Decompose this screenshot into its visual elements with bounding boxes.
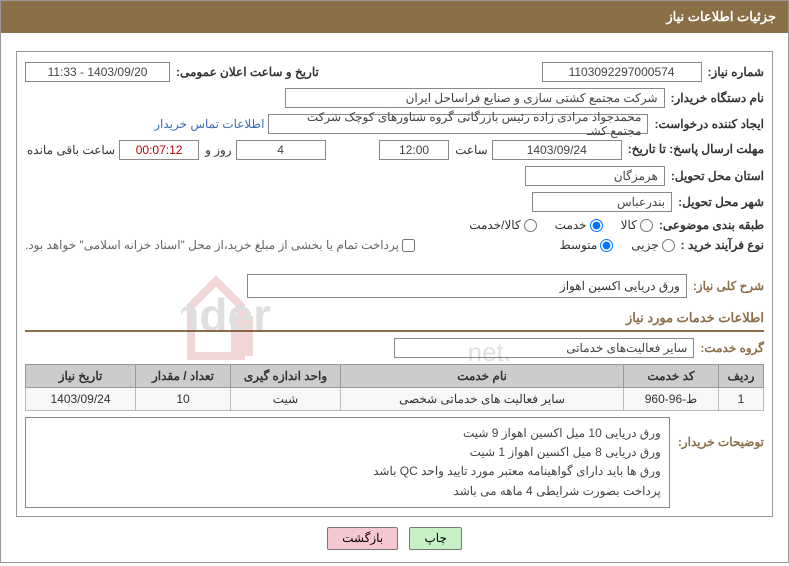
label-buyer-org: نام دستگاه خریدار:: [669, 91, 765, 105]
table-cell: شیت: [231, 388, 341, 411]
th-idx: ردیف: [719, 365, 764, 388]
field-days: 4: [236, 140, 326, 160]
label-time: ساعت: [453, 143, 488, 157]
row-buyer-org: نام دستگاه خریدار: شرکت مجتمع کشتی سازی …: [25, 88, 764, 108]
field-service-group: سایر فعالیت‌های خدماتی: [394, 338, 694, 358]
row-general-desc: شرح کلی نیاز: ورق دریایی اکسین اهواز: [25, 274, 764, 298]
table-cell: سایر فعالیت های خدماتی شخصی: [341, 388, 624, 411]
panel-header: جزئیات اطلاعات نیاز: [1, 1, 788, 33]
row-need-number: شماره نیاز: 1103092297000574 تاریخ و ساع…: [25, 62, 764, 82]
form-body: شماره نیاز: 1103092297000574 تاریخ و ساع…: [16, 51, 773, 517]
process-label: جزیی: [631, 238, 658, 252]
row-city: شهر محل تحویل: بندرعباس: [25, 192, 764, 212]
category-label: کالا: [621, 218, 637, 232]
category-radio[interactable]: [524, 219, 537, 232]
print-button[interactable]: چاپ: [409, 527, 461, 550]
row-deadline: مهلت ارسال پاسخ: تا تاریخ: 1403/09/24 سا…: [25, 140, 764, 160]
checkbox-payment[interactable]: [402, 239, 415, 252]
label-city: شهر محل تحویل:: [676, 195, 764, 209]
category-option: خدمت: [555, 218, 603, 232]
label-province: استان محل تحویل:: [669, 169, 764, 183]
field-announce: 1403/09/20 - 11:33: [25, 62, 170, 82]
row-service-group: گروه خدمت: سایر فعالیت‌های خدماتی: [25, 338, 764, 358]
table-row: 1ط-96-960سایر فعالیت های خدماتی شخصیشیت1…: [26, 388, 764, 411]
field-buyer-notes: ورق دریایی 10 میل اکسین اهواز 9 شیتورق د…: [25, 417, 670, 508]
payment-note-text: پرداخت تمام یا بخشی از مبلغ خرید،از محل …: [25, 238, 399, 252]
table-header-row: ردیف کد خدمت نام خدمت واحد اندازه گیری ت…: [26, 365, 764, 388]
label-buyer-notes: توضیحات خریدار:: [676, 417, 764, 449]
label-remain: ساعت باقی مانده: [25, 143, 115, 157]
category-label: خدمت: [555, 218, 587, 232]
category-radio[interactable]: [640, 219, 653, 232]
label-deadline: مهلت ارسال پاسخ: تا تاریخ:: [626, 142, 764, 158]
label-requester: ایجاد کننده درخواست:: [652, 117, 764, 131]
category-option: کالا/خدمت: [469, 218, 536, 232]
process-label: متوسط: [560, 238, 598, 252]
table-cell: 1: [719, 388, 764, 411]
form-container: جزئیات اطلاعات نیاز AriaTender .net شمار…: [0, 0, 789, 563]
field-deadline-date: 1403/09/24: [492, 140, 622, 160]
table-cell: ط-96-960: [624, 388, 719, 411]
section-services-title: اطلاعات خدمات مورد نیاز: [25, 306, 764, 332]
process-option: جزیی: [631, 238, 674, 252]
field-remain-time: 00:07:12: [119, 140, 199, 160]
process-radio[interactable]: [600, 239, 613, 252]
th-date: تاریخ نیاز: [26, 365, 136, 388]
field-requester: محمدجواد مرادی زاده رئیس بازرگانی گروه ش…: [268, 114, 648, 134]
back-button[interactable]: بازگشت: [327, 527, 398, 550]
th-code: کد خدمت: [624, 365, 719, 388]
category-label: کالا/خدمت: [469, 218, 520, 232]
th-unit: واحد اندازه گیری: [231, 365, 341, 388]
payment-note-wrap: پرداخت تمام یا بخشی از مبلغ خرید،از محل …: [25, 238, 415, 252]
table-cell: 1403/09/24: [26, 388, 136, 411]
field-need-number: 1103092297000574: [542, 62, 702, 82]
process-radio[interactable]: [662, 239, 675, 252]
link-buyer-contact[interactable]: اطلاعات تماس خریدار: [154, 117, 264, 131]
note-line: ورق ها باید دارای گواهینامه معتبر مورد ت…: [34, 462, 661, 481]
label-announce: تاریخ و ساعت اعلان عمومی:: [174, 65, 319, 79]
field-province: هرمزگان: [525, 166, 665, 186]
label-general-desc: شرح کلی نیاز:: [691, 279, 764, 293]
row-requester: ایجاد کننده درخواست: محمدجواد مرادی زاده…: [25, 114, 764, 134]
label-category: طبقه بندی موضوعی:: [657, 218, 764, 232]
row-province: استان محل تحویل: هرمزگان: [25, 166, 764, 186]
category-option: کالا: [621, 218, 653, 232]
note-line: پرداخت بصورت شرایطی 4 ماهه می باشد: [34, 482, 661, 501]
category-radio[interactable]: [590, 219, 603, 232]
field-city: بندرعباس: [532, 192, 672, 212]
th-qty: تعداد / مقدار: [136, 365, 231, 388]
label-need-number: شماره نیاز:: [706, 65, 764, 79]
field-buyer-org: شرکت مجتمع کشتی سازی و صنایع فراساحل ایر…: [285, 88, 665, 108]
label-process-type: نوع فرآیند خرید :: [679, 238, 764, 252]
label-days: روز و: [203, 143, 232, 157]
note-line: ورق دریایی 10 میل اکسین اهواز 9 شیت: [34, 424, 661, 443]
field-general-desc: ورق دریایی اکسین اهواز: [247, 274, 687, 298]
row-buyer-notes: توضیحات خریدار: ورق دریایی 10 میل اکسین …: [25, 417, 764, 508]
th-name: نام خدمت: [341, 365, 624, 388]
process-option: متوسط: [560, 238, 614, 252]
panel-title: جزئیات اطلاعات نیاز: [666, 9, 776, 24]
field-deadline-time: 12:00: [379, 140, 449, 160]
footer-buttons: چاپ بازگشت: [1, 527, 788, 550]
table-cell: 10: [136, 388, 231, 411]
row-category: طبقه بندی موضوعی: کالا خدمت کالا/خدمت: [25, 218, 764, 232]
services-table: ردیف کد خدمت نام خدمت واحد اندازه گیری ت…: [25, 364, 764, 411]
row-process-type: نوع فرآیند خرید : جزیی متوسط پرداخت تمام …: [25, 238, 764, 252]
note-line: ورق دریایی 8 میل اکسین اهواز 1 شیت: [34, 443, 661, 462]
label-service-group: گروه خدمت:: [698, 341, 764, 355]
